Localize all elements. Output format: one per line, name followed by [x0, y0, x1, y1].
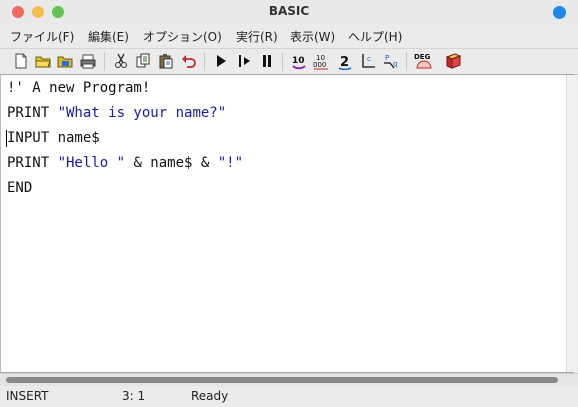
menu-help[interactable]: ヘルプ(H)	[348, 28, 402, 45]
svg-text:10: 10	[292, 56, 305, 66]
toolbar-separator	[406, 52, 407, 71]
menu-edit[interactable]: 編集(E)	[88, 28, 129, 45]
edit-mode-status: INSERT	[6, 389, 49, 403]
window-title: BASIC	[268, 4, 310, 18]
vertical-scrollbar[interactable]	[566, 75, 577, 372]
deg-label: DEG	[414, 53, 431, 61]
open-folder-alt-icon[interactable]	[56, 52, 74, 70]
axis-chart-icon[interactable]: c	[359, 52, 377, 70]
toolbar-separator	[104, 52, 105, 71]
title-bar: BASIC	[0, 0, 578, 24]
open-folder-icon[interactable]	[34, 52, 52, 70]
menu-run[interactable]: 実行(R)	[236, 28, 278, 45]
step-icon[interactable]	[235, 52, 253, 70]
cursor-position: 3: 1	[122, 389, 146, 403]
code-line: !' A new Program!	[7, 80, 151, 96]
svg-text:q: q	[393, 60, 397, 68]
status-dot-icon[interactable]	[553, 6, 566, 19]
deg-mode-icon[interactable]: DEG	[413, 52, 435, 70]
horizontal-scrollbar-thumb[interactable]	[6, 377, 558, 383]
menu-options[interactable]: オプション(O)	[143, 28, 222, 45]
cut-icon[interactable]	[112, 52, 130, 70]
code-line: PRINT "Hello " & name$ & "!"	[7, 155, 244, 171]
code-line: PRINT "What is your name?"	[7, 105, 227, 121]
pause-icon[interactable]	[258, 52, 276, 70]
menu-bar: ファイル(F) 編集(E) オプション(O) 実行(R) 表示(W) ヘルプ(H…	[0, 25, 578, 47]
svg-text:c: c	[367, 55, 371, 63]
toolbar-separator	[282, 52, 283, 71]
print-icon[interactable]	[79, 52, 97, 70]
svg-text:P: P	[385, 54, 389, 62]
copy-icon[interactable]	[134, 52, 152, 70]
menu-file[interactable]: ファイル(F)	[10, 28, 74, 45]
code-line: END	[7, 180, 33, 196]
paste-icon[interactable]	[157, 52, 175, 70]
text-caret	[6, 130, 7, 147]
menu-view[interactable]: 表示(W)	[290, 28, 335, 45]
decimal-1000-icon[interactable]: 10 000	[312, 52, 330, 70]
horizontal-scrollbar[interactable]	[0, 373, 578, 386]
axis-plot-icon[interactable]: Pq	[382, 52, 400, 70]
new-file-icon[interactable]	[12, 52, 30, 70]
toolbar: 10 10 000 2 c Pq DEG	[0, 48, 578, 75]
help-book-icon[interactable]	[444, 52, 462, 70]
code-line: INPUT name$	[7, 130, 100, 146]
svg-text:2: 2	[340, 55, 349, 70]
toolbar-separator	[204, 52, 205, 71]
run-icon[interactable]	[212, 52, 230, 70]
run-state: Ready	[191, 389, 229, 403]
svg-text:000: 000	[313, 61, 326, 69]
decimal-10-icon[interactable]: 10	[290, 52, 308, 70]
code-editor[interactable]: !' A new Program! PRINT "What is your na…	[0, 74, 574, 373]
status-bar: INSERT 3: 1 Ready	[0, 386, 578, 407]
undo-icon[interactable]	[180, 52, 198, 70]
numeric-2-icon[interactable]: 2	[336, 52, 354, 70]
